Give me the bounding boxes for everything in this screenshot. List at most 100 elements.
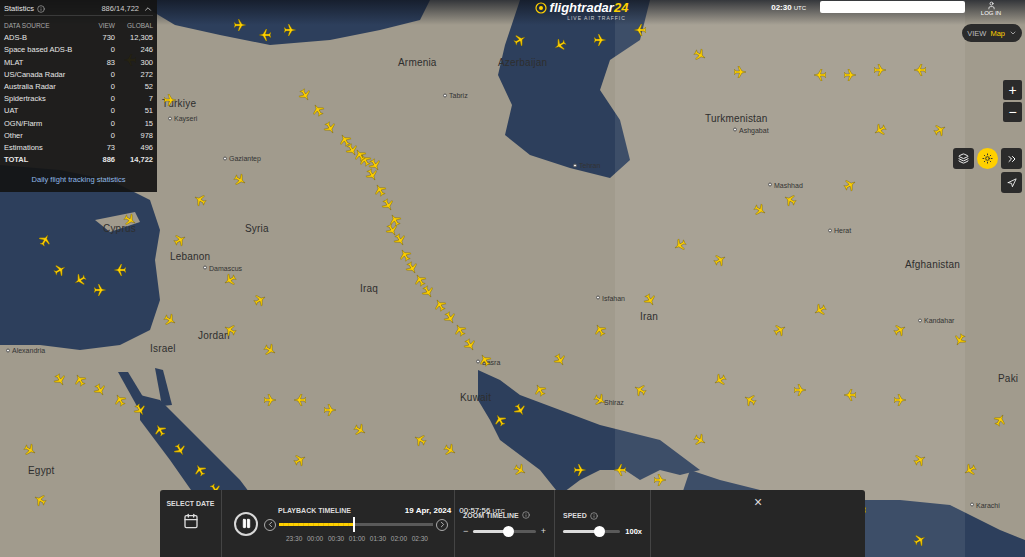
city-marker[interactable]: Karachi [970,501,1000,508]
timeline-fill [279,523,354,526]
search-input[interactable] [820,1,965,13]
aircraft-icon[interactable] [814,69,826,81]
statistics-header[interactable]: Statistics886/14,722 [4,2,153,16]
city-marker[interactable]: Herat [828,227,851,234]
city-marker[interactable]: Alexandria [6,347,45,354]
aircraft-icon[interactable] [284,24,296,36]
city-marker[interactable]: Mashhad [768,181,803,188]
aircraft-icon[interactable] [114,264,126,276]
city-dot [733,128,737,132]
city-dot [476,360,480,364]
slider-thumb[interactable] [594,526,605,537]
chevrons-right-icon [1006,153,1018,165]
source-cell: Australia Radar [4,81,89,93]
aircraft-icon[interactable] [894,394,906,406]
city-marker[interactable]: Isfahan [596,294,625,301]
zoom-timeline-label: ZOOM TIMELINE [463,511,546,519]
statistics-link[interactable]: Daily flight tracking statistics [4,175,153,184]
step-back-button[interactable] [264,519,276,531]
total-global: 14,722 [115,154,153,166]
aircraft-icon[interactable] [594,34,606,46]
daylight-button[interactable] [977,148,998,169]
aircraft-icon[interactable] [94,284,106,296]
global-cell: 15 [115,118,153,130]
country-label: Azerbaijan [498,57,547,68]
aircraft-icon[interactable] [574,464,586,476]
info-icon[interactable] [590,512,598,520]
city-name: Alexandria [12,347,45,354]
aircraft-icon[interactable] [914,64,926,76]
expand-button[interactable] [1001,148,1022,169]
city-marker[interactable]: Gaziantep [223,155,261,162]
slider-thumb[interactable] [503,526,514,537]
source-cell: Estimations [4,142,89,154]
country-label: Syria [245,222,269,233]
login-button[interactable]: LOG IN [979,1,1003,16]
zoom-in-button[interactable]: + [541,526,546,536]
aircraft-icon[interactable] [654,474,666,486]
country-label: Jordan [198,330,230,341]
step-forward-button[interactable] [436,519,448,531]
aircraft-icon[interactable] [614,464,626,476]
global-cell: 300 [115,57,153,69]
zoom-button[interactable]: − [1003,102,1022,122]
layers-icon [958,153,969,164]
chevron-up-icon[interactable] [143,4,153,14]
speed-slider[interactable] [563,530,620,533]
city-marker[interactable]: Ashgabat [733,126,769,133]
timeline-thumb[interactable] [353,517,355,532]
city-dot [918,318,922,322]
aircraft-icon[interactable] [264,394,276,406]
zoom-timeline: ZOOM TIMELINE − + [455,490,555,557]
calendar-icon [183,513,199,529]
global-cell: 496 [115,142,153,154]
statistics-panel: Statistics886/14,722DATA SOURCEVIEWGLOBA… [0,0,157,192]
city-marker[interactable]: Tabriz [443,92,468,99]
aircraft-icon[interactable] [844,69,856,81]
city-marker[interactable]: Kayseri [168,115,197,122]
zoom-button[interactable]: + [1003,80,1022,100]
aircraft-icon[interactable] [794,384,806,396]
aircraft-icon[interactable] [734,66,746,78]
aircraft-icon[interactable] [164,94,176,106]
aircraft-icon[interactable] [874,64,886,76]
info-icon[interactable] [522,511,530,519]
timeline-track[interactable] [279,523,433,526]
view-cell: 0 [89,93,115,105]
tick-label: 01:30 [370,535,386,542]
global-cell: 978 [115,130,153,142]
view-cell: 0 [89,44,115,56]
select-date-button[interactable]: SELECT DATE [160,490,222,557]
tick-label: 02:30 [412,535,428,542]
city-name: Ashgabat [739,126,769,133]
city-marker[interactable]: Tehran [573,162,600,169]
view-selector[interactable]: VIEWMap [962,24,1022,42]
aircraft-icon[interactable] [634,24,646,36]
logo[interactable]: flightradar24LIVE AIR TRAFFIC [535,1,629,21]
city-marker[interactable]: Kandahar [918,317,954,324]
country-label: Lebanon [170,251,210,262]
country-label: Egypt [28,465,55,476]
zoom-slider[interactable] [473,530,535,533]
aircraft-icon[interactable] [259,29,271,41]
close-button[interactable]: × [651,490,865,557]
info-icon[interactable] [37,5,45,13]
map-controls: VIEWMap +− [953,24,1022,193]
view-cell: 730 [89,32,115,44]
view-cell: 73 [89,142,115,154]
country-label: Cyprus [103,222,136,233]
country-label: Turkmenistan [705,113,768,124]
aircraft-icon[interactable] [294,394,306,406]
city-dot [203,266,207,270]
zoom-out-button[interactable]: − [463,526,468,536]
aircraft-icon[interactable] [324,404,336,416]
play-pause-button[interactable] [234,512,258,536]
aircraft-icon[interactable] [844,389,856,401]
city-dot [970,503,974,507]
widgets-button[interactable] [953,148,974,169]
locate-button[interactable] [1001,172,1022,193]
tick-label: 01:00 [349,535,365,542]
global-cell: 272 [115,69,153,81]
source-cell: US/Canada Radar [4,69,89,81]
city-marker[interactable]: Damascus [203,264,242,271]
